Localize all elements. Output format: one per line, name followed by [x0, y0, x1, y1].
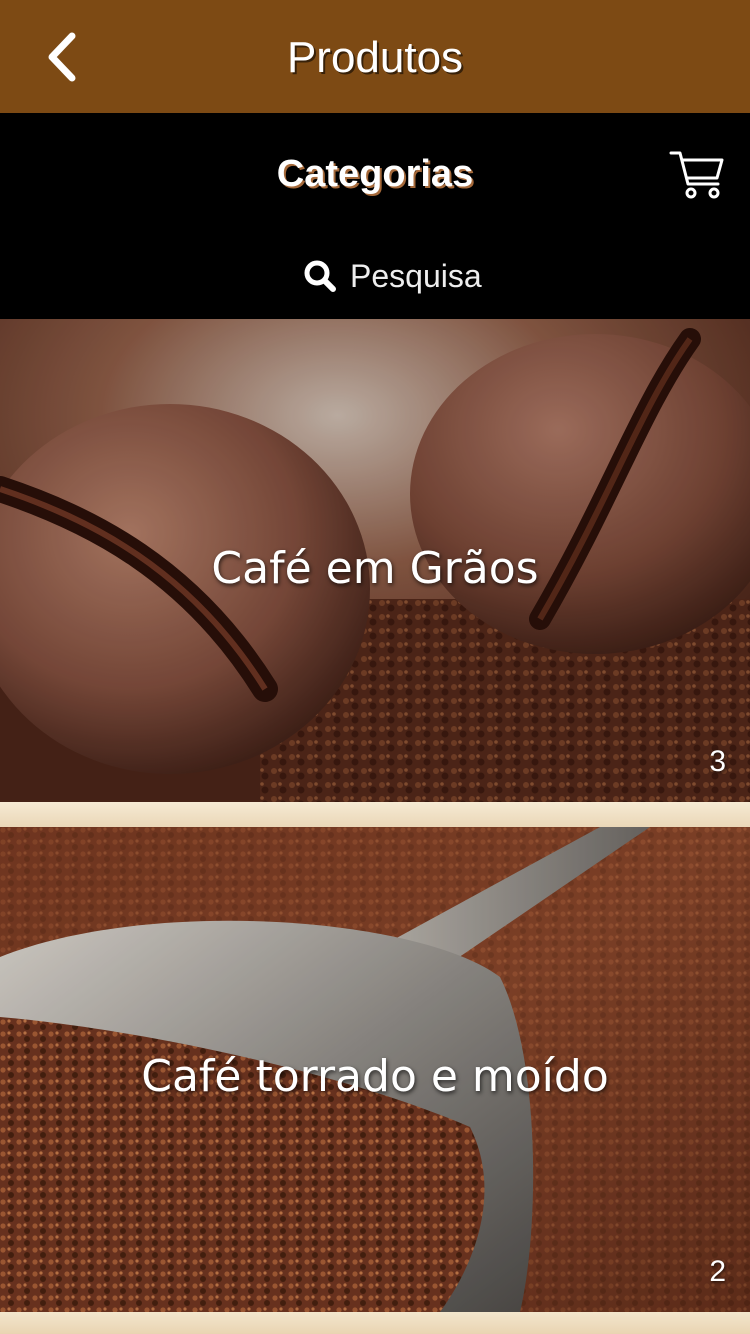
cart-button[interactable] [668, 148, 726, 202]
search-input[interactable] [350, 257, 520, 295]
category-label: Café em Grãos [211, 543, 539, 594]
category-card-cafe-em-graos[interactable]: Café em Grãos 3 [0, 319, 750, 802]
category-label: Café torrado e moído [141, 1051, 609, 1102]
search-bar[interactable] [300, 248, 520, 304]
card-divider [0, 802, 750, 827]
category-count: 3 [709, 745, 726, 778]
section-title: Categorias [276, 153, 474, 195]
category-card-cafe-torrado-e-moido[interactable]: Café torrado e moído 2 [0, 827, 750, 1312]
category-count: 2 [709, 1255, 726, 1288]
list-bottom-edge [0, 1312, 750, 1334]
cart-icon [669, 151, 724, 199]
page-title: Produtos [286, 33, 464, 82]
search-icon [304, 260, 336, 292]
app-header: Produtos [0, 0, 750, 113]
